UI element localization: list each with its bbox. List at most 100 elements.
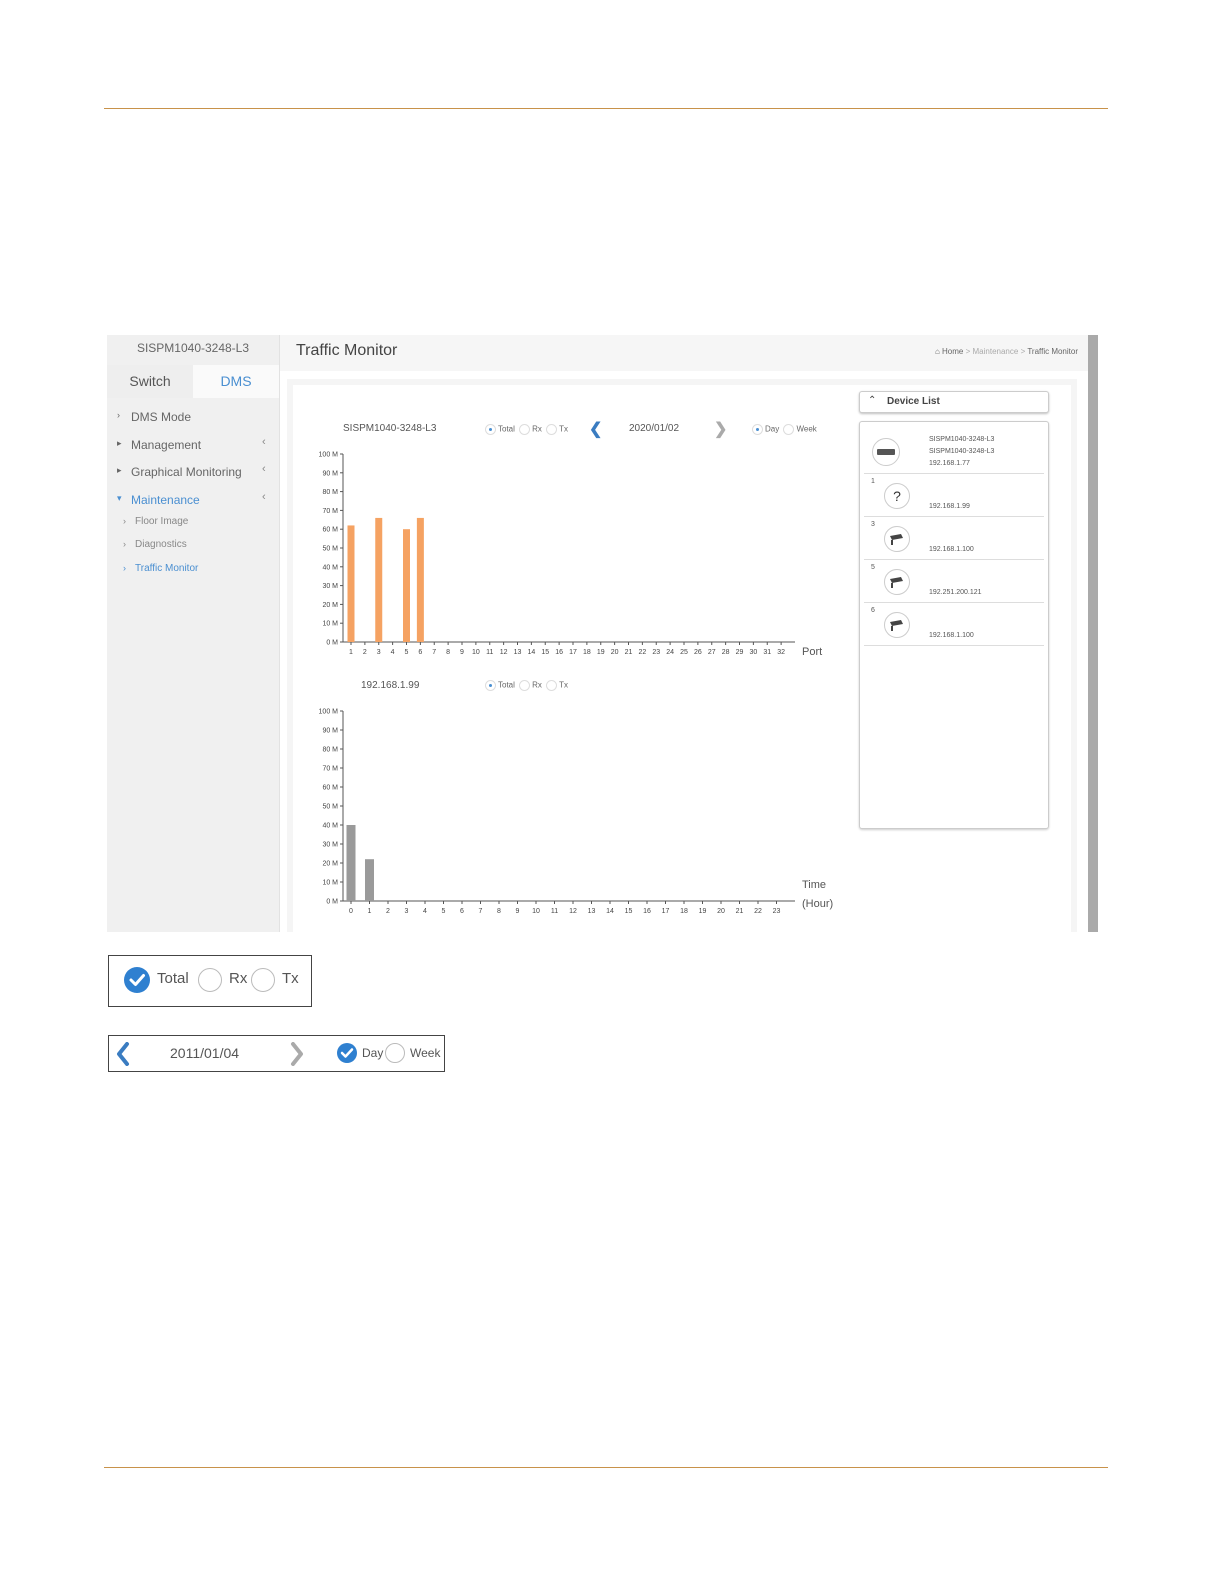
x-tick-label: 20 bbox=[611, 649, 619, 656]
switch-icon bbox=[872, 438, 900, 466]
chevron-right-icon[interactable] bbox=[289, 1042, 305, 1066]
x-tick-label: 3 bbox=[377, 649, 381, 656]
x-tick-label: 28 bbox=[722, 649, 730, 656]
chevron-left-icon: ‹ bbox=[262, 436, 266, 448]
sidebar-item-dms-mode[interactable]: › DMS Mode bbox=[107, 408, 279, 428]
sidebar-subitem-diagnostics[interactable]: › Diagnostics bbox=[107, 537, 279, 555]
y-tick-label: 10 M bbox=[322, 880, 338, 887]
x-tick-label: 14 bbox=[527, 649, 535, 656]
breadcrumb-maintenance[interactable]: Maintenance bbox=[973, 347, 1019, 356]
x-tick-label: 5 bbox=[405, 649, 409, 656]
device-list-header[interactable]: ⌃ Device List bbox=[859, 391, 1049, 413]
x-tick-label: 12 bbox=[500, 649, 508, 656]
sidebar-subitem-label: Floor Image bbox=[135, 516, 189, 527]
x-tick-label: 16 bbox=[555, 649, 563, 656]
y-tick-label: 70 M bbox=[322, 508, 338, 515]
x-tick-label: 17 bbox=[662, 908, 670, 915]
page-title: Traffic Monitor bbox=[296, 342, 398, 359]
x-tick-label: 1 bbox=[368, 908, 372, 915]
radio-tx[interactable] bbox=[251, 968, 275, 992]
device-row[interactable]: 3 192.168.1.100 bbox=[864, 518, 1044, 560]
x-tick-label: 10 bbox=[472, 649, 480, 656]
x-tick-label: 13 bbox=[588, 908, 596, 915]
radio-week[interactable] bbox=[783, 424, 795, 435]
sidebar-item-label: DMS Mode bbox=[131, 410, 192, 424]
bar bbox=[403, 529, 410, 642]
radio-total[interactable] bbox=[485, 424, 496, 435]
x-tick-label: 2 bbox=[386, 908, 390, 915]
sidebar-item-graphical-monitoring[interactable]: ▸ Graphical Monitoring ‹ bbox=[107, 463, 279, 483]
radio-day[interactable] bbox=[752, 424, 763, 435]
breadcrumb-current: Traffic Monitor bbox=[1027, 347, 1078, 356]
bar bbox=[347, 525, 355, 642]
device-list: SISPM1040-3248-L3 SISPM1040-3248-L3 192.… bbox=[859, 421, 1049, 829]
x-tick-label: 6 bbox=[418, 649, 422, 656]
home-icon: ⌂ bbox=[934, 347, 940, 356]
x-tick-label: 18 bbox=[680, 908, 688, 915]
top-bar: Traffic Monitor ⌂ Home > Maintenance > T… bbox=[280, 335, 1088, 371]
radio-tx[interactable] bbox=[546, 680, 558, 691]
sidebar-subitem-traffic-monitor[interactable]: › Traffic Monitor bbox=[107, 561, 279, 579]
device-port: 3 bbox=[871, 521, 875, 528]
radio-tx[interactable] bbox=[546, 424, 558, 435]
x-tick-label: 4 bbox=[423, 908, 427, 915]
y-tick-label: 50 M bbox=[322, 546, 338, 553]
x-tick-label: 3 bbox=[405, 908, 409, 915]
x-tick-label: 23 bbox=[652, 649, 660, 656]
screenshot-frame: SISPM1040-3248-L3 Switch DMS › DMS Mode … bbox=[107, 335, 1098, 932]
chevron-right-icon: › bbox=[123, 516, 126, 526]
x-tick-label: 10 bbox=[532, 908, 540, 915]
radio-week[interactable] bbox=[385, 1043, 405, 1063]
device-row[interactable]: 6 192.168.1.100 bbox=[864, 604, 1044, 646]
x-tick-label: 17 bbox=[569, 649, 577, 656]
scrollbar[interactable] bbox=[1088, 335, 1098, 932]
radio-rx[interactable] bbox=[519, 680, 531, 691]
time-chart-mode-radios: Total Rx Tx bbox=[483, 680, 568, 692]
device-ip: 192.251.200.121 bbox=[929, 589, 982, 596]
x-tick-label: 27 bbox=[708, 649, 716, 656]
prev-date-button[interactable]: ❮ bbox=[589, 419, 602, 439]
sidebar-subitem-label: Traffic Monitor bbox=[135, 563, 199, 574]
radio-day-checked[interactable] bbox=[337, 1043, 357, 1063]
x-tick-label: 22 bbox=[754, 908, 762, 915]
unknown-device-icon: ? bbox=[884, 483, 910, 509]
breadcrumb: ⌂ Home > Maintenance > Traffic Monitor bbox=[935, 347, 1078, 356]
y-tick-label: 30 M bbox=[322, 583, 338, 590]
radio-total[interactable] bbox=[485, 680, 496, 691]
radio-rx[interactable] bbox=[198, 968, 222, 992]
radio-label: Tx bbox=[559, 680, 569, 690]
sidebar-subitem-floor-image[interactable]: › Floor Image bbox=[107, 514, 279, 532]
x-tick-label: 11 bbox=[486, 649, 493, 656]
device-row[interactable]: 5 192.251.200.121 bbox=[864, 561, 1044, 603]
chevron-left-icon: ‹ bbox=[262, 463, 266, 475]
breadcrumb-home[interactable]: Home bbox=[942, 347, 963, 356]
radio-rx[interactable] bbox=[519, 424, 531, 435]
sidebar-item-maintenance[interactable]: ▾ Maintenance ‹ bbox=[107, 491, 279, 511]
breadcrumb-separator: > bbox=[1020, 347, 1026, 356]
next-date-button[interactable]: ❯ bbox=[714, 419, 727, 439]
hourly-traffic-chart: 0 M 10 M 20 M 30 M 40 M 50 M 60 M 70 M 80 M 90 M 1… bbox=[319, 709, 834, 916]
bar bbox=[375, 517, 383, 642]
x-tick-label: 8 bbox=[446, 649, 450, 656]
bar bbox=[416, 517, 424, 642]
radio-label-day: Day bbox=[362, 1046, 384, 1060]
radio-label: Week bbox=[796, 424, 817, 434]
radio-label-total: Total bbox=[157, 970, 189, 987]
bar bbox=[365, 859, 374, 901]
chevron-left-icon[interactable] bbox=[115, 1042, 131, 1066]
device-row[interactable]: 1 ? 192.168.1.99 bbox=[864, 475, 1044, 517]
sidebar-item-label: Graphical Monitoring bbox=[131, 465, 242, 479]
x-tick-label: 30 bbox=[749, 649, 757, 656]
x-tick-label: 23 bbox=[773, 908, 781, 915]
sidebar-item-management[interactable]: ▸ Management ‹ bbox=[107, 436, 279, 456]
y-tick-label: 90 M bbox=[322, 470, 338, 477]
radio-total-checked[interactable] bbox=[124, 967, 150, 993]
device-row[interactable]: SISPM1040-3248-L3 SISPM1040-3248-L3 192.… bbox=[864, 428, 1044, 474]
x-tick-label: 31 bbox=[763, 649, 771, 656]
tab-dms[interactable]: DMS bbox=[193, 365, 279, 398]
device-port: 1 bbox=[871, 478, 875, 485]
x-tick-label: 4 bbox=[391, 649, 395, 656]
x-tick-label: 6 bbox=[460, 908, 464, 915]
x-tick-label: 24 bbox=[666, 649, 674, 656]
tab-switch[interactable]: Switch bbox=[107, 365, 193, 398]
